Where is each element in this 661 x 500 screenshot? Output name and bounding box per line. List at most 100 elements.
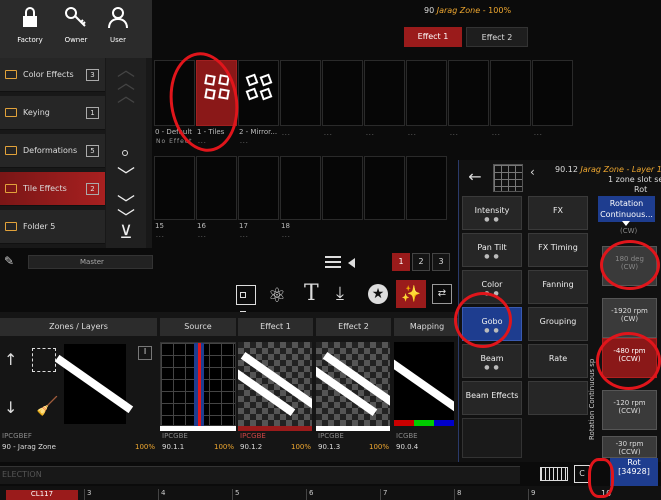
owner-button[interactable]: Owner: [54, 4, 98, 56]
grid-layout-icon[interactable]: [236, 285, 256, 317]
layer-id: 90.1.2: [240, 443, 263, 451]
cue-badge[interactable]: CL117: [6, 490, 78, 500]
cue-slot[interactable]: 3: [84, 489, 91, 500]
source-bar: [160, 426, 236, 431]
chevron-left-icon[interactable]: ‹: [530, 165, 535, 179]
fx-button[interactable]: [528, 381, 588, 415]
layer-code: IPCGBEF: [2, 432, 32, 440]
selection-label: ELECTION: [2, 470, 42, 479]
effect-slot[interactable]: [448, 60, 489, 126]
folder-icon: [5, 70, 17, 79]
fx-button[interactable]: Grouping: [528, 307, 588, 341]
triangle-left-icon[interactable]: [348, 258, 355, 268]
mapping-thumb[interactable]: [394, 342, 454, 426]
menu-icon[interactable]: [325, 256, 341, 268]
page-button[interactable]: 2: [412, 253, 430, 271]
effect1-thumb[interactable]: [238, 342, 312, 426]
cue-slot[interactable]: 4: [158, 489, 165, 500]
cue-slot[interactable]: 9: [528, 489, 535, 500]
attribute-empty-slot[interactable]: [462, 418, 522, 458]
folder-item[interactable]: Deformations 5: [0, 134, 105, 168]
layer-pct: 100%: [291, 443, 312, 451]
effect-slot[interactable]: [238, 60, 279, 126]
attribute-label: Beam: [480, 354, 504, 363]
folder-item[interactable]: Tile Effects 2: [0, 172, 105, 206]
cue-slot[interactable]: 8: [454, 489, 461, 500]
broom-icon[interactable]: 🧹: [36, 396, 58, 417]
effect-slot[interactable]: [238, 156, 279, 220]
zone-thumb[interactable]: [54, 344, 134, 424]
panel-zone-title: 90.12 Jarag Zone - Layer 1 -: [555, 165, 661, 174]
effect-slot-sub: ...: [240, 138, 249, 145]
rotation-value[interactable]: -30 rpm (CCW): [602, 436, 657, 458]
back-arrow-button[interactable]: ←: [463, 167, 487, 191]
grid-view-icon[interactable]: [493, 164, 523, 192]
atom-icon[interactable]: ⚛: [268, 283, 286, 307]
folder-label: Color Effects: [23, 70, 74, 79]
folder-count: 5: [86, 145, 99, 157]
page-button[interactable]: 1: [392, 253, 410, 271]
scroll-up-icon[interactable]: ︿ ︿ ︿: [112, 62, 140, 106]
rotation-direction: (CW): [620, 315, 639, 323]
tile-square: [259, 73, 273, 87]
tile-square: [259, 87, 273, 101]
folder-icon: [5, 108, 17, 117]
scroll-down-icon[interactable]: ﹀ ﹀ ﹀ ⊻: [112, 168, 140, 242]
source-thumb[interactable]: [160, 342, 236, 427]
folder-item[interactable]: Color Effects 3: [0, 58, 105, 92]
attribute-label: Color: [481, 280, 503, 289]
cue-slot[interactable]: 5: [232, 489, 239, 500]
annotation-circle-180: [600, 240, 660, 290]
effect-slot[interactable]: [280, 60, 321, 126]
up-arrow-button[interactable]: ↑: [4, 350, 22, 374]
folder-item[interactable]: Folder 5: [0, 210, 105, 244]
effect2-thumb[interactable]: [316, 342, 390, 426]
rotation-direction: (CCW): [618, 448, 641, 456]
attribute-button[interactable]: Intensity ● ●: [462, 196, 522, 230]
zone-edit-box[interactable]: I: [138, 346, 152, 360]
cue-slot[interactable]: 6: [306, 489, 313, 500]
star-icon[interactable]: ★: [368, 284, 388, 304]
swap-icon[interactable]: ⇄: [432, 284, 452, 304]
clear-icon[interactable]: ✎: [4, 254, 14, 268]
folder-item[interactable]: Keying 1: [0, 96, 105, 130]
rotation-value[interactable]: -120 rpm (CCW): [602, 390, 657, 430]
rot-bottom[interactable]: Rot [34928]: [610, 458, 658, 486]
magic-wand-icon[interactable]: ✨: [396, 280, 426, 308]
select-area-icon[interactable]: [32, 348, 56, 372]
page-button[interactable]: 3: [432, 253, 450, 271]
attribute-button[interactable]: Beam Effects: [462, 381, 522, 415]
keyboard-icon[interactable]: [540, 467, 568, 481]
effect-slot[interactable]: [364, 60, 405, 126]
folder-count: 3: [86, 69, 99, 81]
effect-slot[interactable]: [322, 60, 363, 126]
down-arrow-button[interactable]: ↓: [4, 398, 22, 422]
import-icon[interactable]: ⤓: [336, 283, 344, 304]
tab-effect-2[interactable]: Effect 2: [466, 27, 528, 47]
attribute-button[interactable]: Beam ● ●: [462, 344, 522, 378]
effect-slot[interactable]: [406, 156, 447, 220]
effect-slot[interactable]: [280, 156, 321, 220]
effect-slot[interactable]: [406, 60, 447, 126]
fx-button[interactable]: FX Timing: [528, 233, 588, 267]
factory-button[interactable]: Factory: [8, 4, 52, 56]
attribute-button[interactable]: Pan Tilt ● ●: [462, 233, 522, 267]
fx-button[interactable]: Rate: [528, 344, 588, 378]
effect-slot-label: 15: [155, 222, 164, 230]
user-button[interactable]: User: [98, 4, 138, 56]
fx-button[interactable]: FX: [528, 196, 588, 230]
rotation-header[interactable]: Rotation Continuous...: [598, 196, 655, 222]
text-icon[interactable]: T: [304, 281, 319, 306]
effect-slot[interactable]: [532, 60, 573, 126]
rotation-speed: -30 rpm: [615, 440, 644, 448]
effect-slot[interactable]: [490, 60, 531, 126]
effect-slot[interactable]: [154, 156, 195, 220]
tile-square: [245, 87, 259, 101]
effect-slot[interactable]: [196, 156, 237, 220]
tab-effect-1[interactable]: Effect 1: [404, 27, 462, 47]
layer-id: 90.1.3: [318, 443, 341, 451]
cue-slot[interactable]: 7: [380, 489, 387, 500]
effect-slot[interactable]: [364, 156, 405, 220]
effect-slot[interactable]: [322, 156, 363, 220]
fx-button[interactable]: Fanning: [528, 270, 588, 304]
